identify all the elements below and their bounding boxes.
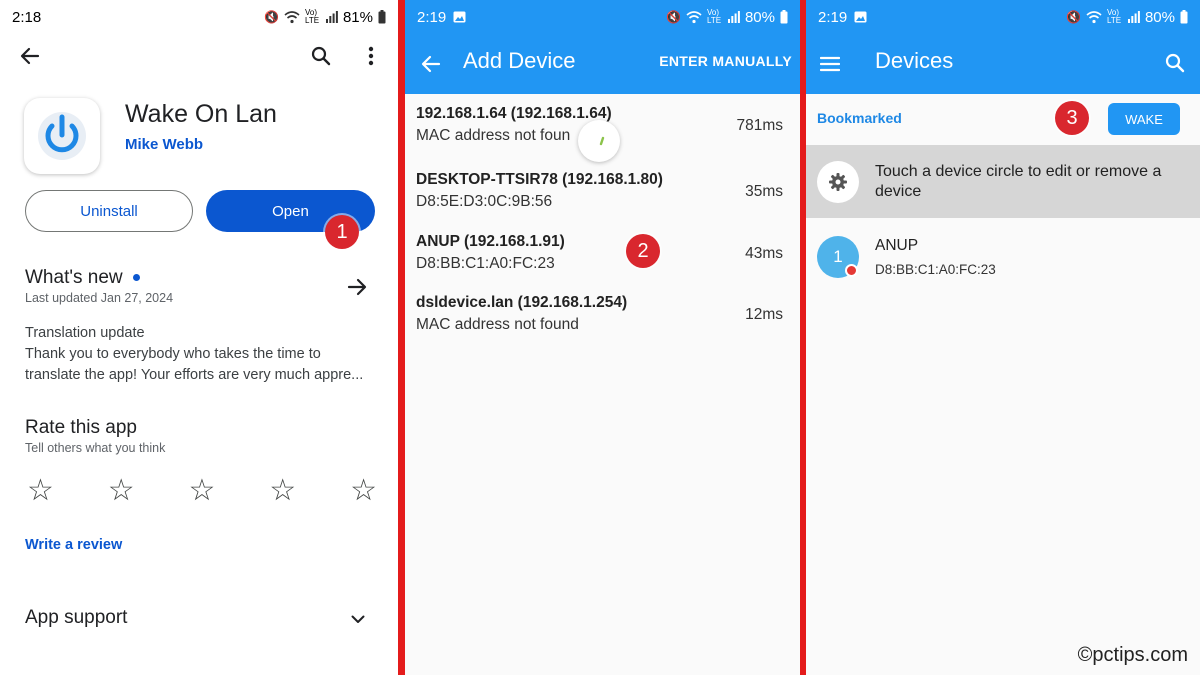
device-mac: D8:5E:D3:0C:9B:56 <box>416 193 553 210</box>
device-name: ANUP (192.168.1.91) <box>416 233 565 250</box>
wifi-icon <box>1086 10 1102 23</box>
mute-icon: 🔇 <box>1066 10 1081 24</box>
step-callout-2: 2 <box>626 234 660 268</box>
write-review-link[interactable]: Write a review <box>25 537 122 553</box>
watermark: ©pctips.com <box>1077 644 1188 666</box>
device-row[interactable]: DESKTOP-TTSIR78 (192.168.1.80) D8:5E:D3:… <box>405 171 800 233</box>
signal-icon <box>727 11 740 23</box>
arrow-right-icon[interactable] <box>344 274 370 300</box>
status-icons: 🔇 Vo) LTE 80% <box>1066 9 1188 26</box>
whats-new-heading: Translation update <box>25 325 145 341</box>
app-support-title[interactable]: App support <box>25 607 127 629</box>
step-callout-1: 1 <box>325 215 359 249</box>
developer-link[interactable]: Mike Webb <box>125 136 203 153</box>
device-ping: 12ms <box>745 306 783 323</box>
status-bar: 2:18 🔇 Vo) LTE 81% <box>0 0 398 34</box>
status-icons: 🔇 Vo) LTE 81% <box>264 9 386 26</box>
star-rating: ☆ ☆ ☆ ☆ ☆ <box>27 476 377 506</box>
device-mac: D8:BB:C1:A0:FC:23 <box>875 262 996 277</box>
chevron-down-icon[interactable] <box>346 607 370 631</box>
back-arrow-icon[interactable] <box>417 50 445 78</box>
rate-subtitle: Tell others what you think <box>25 441 166 455</box>
back-arrow-icon[interactable] <box>16 42 44 70</box>
status-icons: 🔇 Vo) LTE 80% <box>666 9 788 26</box>
wifi-icon <box>686 10 702 23</box>
device-row[interactable]: ANUP (192.168.1.91) D8:BB:C1:A0:FC:23 43… <box>405 233 800 295</box>
app-bar: Add Device ENTER MANUALLY <box>405 34 800 94</box>
battery-icon <box>780 10 788 24</box>
new-dot-icon <box>132 274 140 282</box>
status-time: 2:19 <box>818 8 848 26</box>
image-icon <box>453 11 466 23</box>
signal-icon <box>325 11 338 23</box>
star-outline-icon[interactable]: ☆ <box>189 476 216 506</box>
app-bar: Devices <box>806 34 1200 94</box>
image-icon <box>854 11 867 23</box>
add-device-panel: 2:19 🔇 Vo) LTE 80% Add Device ENTER MANU… <box>405 0 800 675</box>
app-title: Wake On Lan <box>125 100 277 128</box>
status-time: 2:18 <box>12 8 42 26</box>
uninstall-button[interactable]: Uninstall <box>25 190 193 232</box>
status-time: 2:19 <box>417 8 447 26</box>
device-name: dsldevice.lan (192.168.1.254) <box>416 294 628 311</box>
mute-icon: 🔇 <box>264 10 279 24</box>
star-outline-icon[interactable]: ☆ <box>350 476 377 506</box>
rate-title: Rate this app <box>25 417 137 438</box>
device-ping: 35ms <box>745 183 783 200</box>
play-store-panel: 2:18 🔇 Vo) LTE 81% Wake On Lan Mike Webb… <box>0 0 398 675</box>
battery-text: 81% <box>342 8 373 26</box>
gear-icon <box>817 161 859 203</box>
star-outline-icon[interactable]: ☆ <box>269 476 296 506</box>
lte-icon: Vo) LTE <box>304 8 320 25</box>
status-bar: 2:19 🔇 Vo) LTE 80% <box>806 0 1200 34</box>
signal-icon <box>1127 11 1140 23</box>
star-outline-icon[interactable]: ☆ <box>108 476 135 506</box>
wake-button[interactable]: WAKE <box>1108 103 1180 135</box>
step-callout-3: 3 <box>1055 101 1089 135</box>
whats-new-body: Thank you to everybody who takes the tim… <box>25 346 364 383</box>
more-vert-icon[interactable] <box>357 42 385 70</box>
loading-spinner-icon <box>578 120 620 162</box>
mute-icon: 🔇 <box>666 10 681 24</box>
whats-new-title: What's new <box>25 267 140 289</box>
device-name: DESKTOP-TTSIR78 (192.168.1.80) <box>416 171 663 188</box>
device-mac: MAC address not foun <box>416 127 571 144</box>
lte-icon: Vo) LTE <box>706 8 722 25</box>
star-outline-icon[interactable]: ☆ <box>27 476 54 506</box>
wifi-icon <box>284 10 300 23</box>
lte-icon: Vo) LTE <box>1106 8 1122 25</box>
search-icon[interactable] <box>307 42 335 70</box>
hint-banner: Touch a device circle to edit or remove … <box>806 145 1200 218</box>
hint-text: Touch a device circle to edit or remove … <box>875 163 1162 200</box>
battery-icon <box>1180 10 1188 24</box>
devices-panel: 2:19 🔇 Vo) LTE 80% Devices Bookmarked 3 … <box>806 0 1200 675</box>
battery-icon <box>378 10 386 24</box>
status-bar: 2:19 🔇 Vo) LTE 80% <box>405 0 800 34</box>
battery-text: 80% <box>1144 8 1175 26</box>
enter-manually-button[interactable]: ENTER MANUALLY <box>659 53 792 69</box>
power-icon <box>38 112 86 160</box>
device-ping: 43ms <box>745 245 783 262</box>
bookmarked-label: Bookmarked <box>817 110 902 126</box>
last-updated: Last updated Jan 27, 2024 <box>25 291 174 305</box>
page-title: Add Device <box>463 48 576 73</box>
menu-icon[interactable] <box>816 50 844 78</box>
battery-text: 80% <box>744 8 775 26</box>
device-name[interactable]: ANUP <box>875 237 918 255</box>
device-mac: D8:BB:C1:A0:FC:23 <box>416 255 555 272</box>
search-icon[interactable] <box>1161 49 1189 77</box>
offline-status-dot <box>845 264 858 277</box>
device-mac: MAC address not found <box>416 316 579 333</box>
page-title: Devices <box>875 48 954 73</box>
device-row[interactable]: dsldevice.lan (192.168.1.254) MAC addres… <box>405 294 800 356</box>
app-icon <box>24 98 100 174</box>
device-ping: 781ms <box>736 117 783 134</box>
